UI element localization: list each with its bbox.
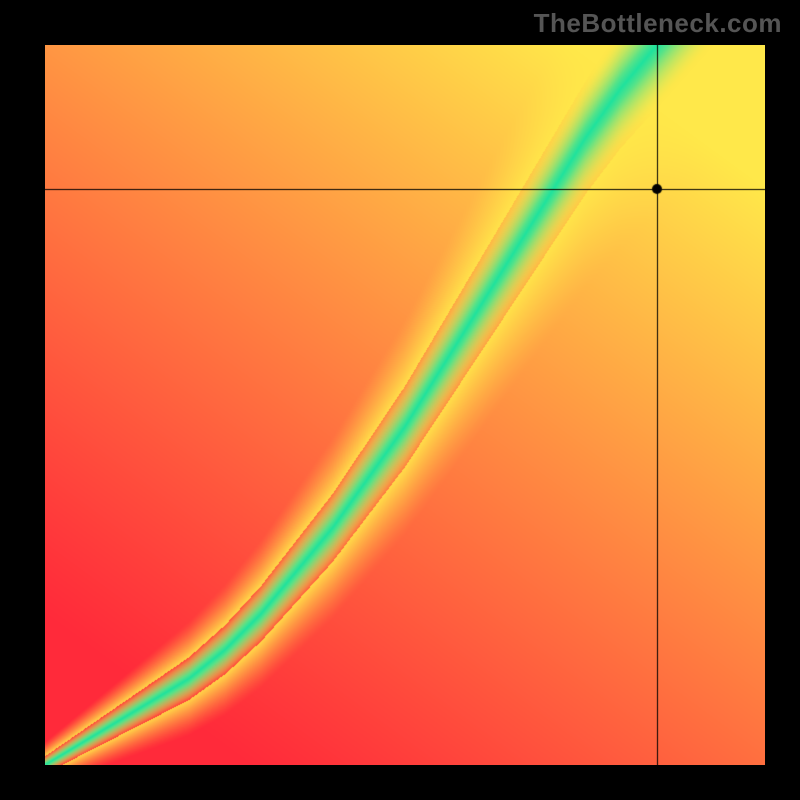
- chart-stage: TheBottleneck.com: [0, 0, 800, 800]
- watermark-text: TheBottleneck.com: [534, 8, 782, 39]
- overlay-canvas: [45, 45, 765, 765]
- plot-area: [45, 45, 765, 765]
